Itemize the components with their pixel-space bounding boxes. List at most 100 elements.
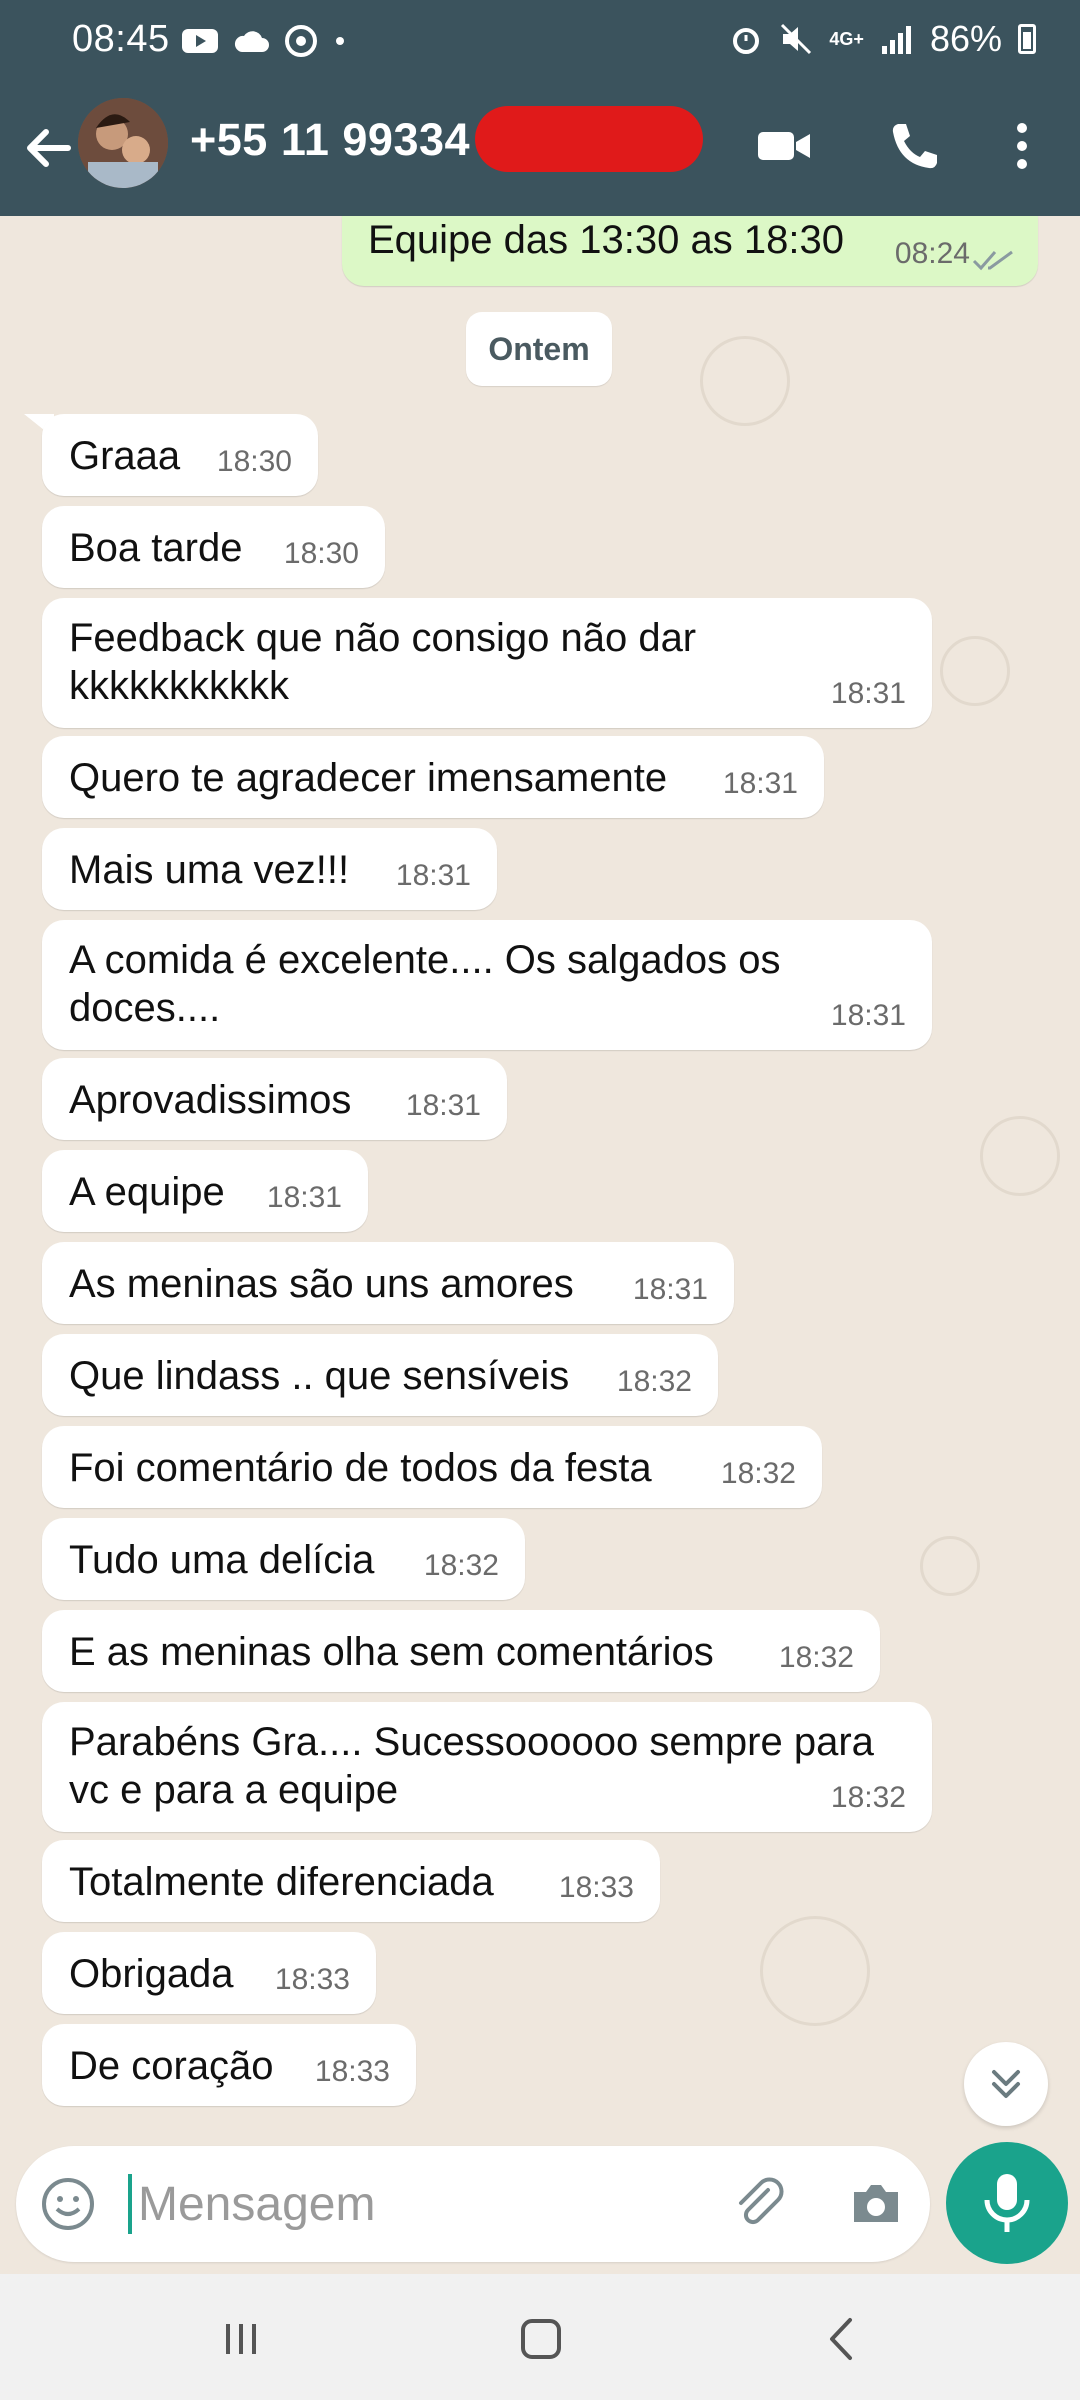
message-text: Totalmente diferenciada (69, 1860, 494, 1904)
incoming-message[interactable]: E as meninas olha sem comentários 18:32 (42, 1610, 880, 1692)
message-text: Foi comentário de todos da festa (69, 1446, 652, 1490)
incoming-message[interactable]: Graaa 18:30 (42, 414, 318, 496)
message-time: 18:32 (830, 1781, 906, 1814)
message-time: 18:31 (722, 767, 798, 800)
message-time: 18:30 (283, 537, 359, 570)
incoming-message[interactable]: Quero te agradecer imensamente 18:31 (42, 736, 824, 818)
message-text: Boa tarde (69, 526, 243, 570)
message-text: Mais uma vez!!! (69, 848, 350, 892)
chat-area[interactable]: Equipe das 13:30 as 18:30 08:24 Ontem Gr… (0, 216, 1080, 2274)
message-composer (16, 2146, 930, 2262)
message-text: Graaa (69, 434, 181, 478)
message-text: Equipe das 13:30 as 18:30 (368, 218, 844, 262)
system-navigation-bar (0, 2274, 1080, 2400)
status-time: 08:45 (72, 18, 170, 60)
message-text: A equipe (69, 1170, 225, 1214)
incoming-message[interactable]: A comida é excelente.... Os salgados os … (42, 920, 932, 1050)
voice-record-button[interactable] (946, 2142, 1068, 2264)
microphone-icon (984, 2174, 1030, 2232)
chat-header: +55 11 99334 (0, 84, 1080, 216)
recent-apps-icon[interactable] (206, 2304, 276, 2374)
dot-icon (336, 37, 344, 45)
more-options-icon[interactable] (990, 114, 1054, 178)
signal-icon (881, 26, 911, 54)
incoming-message[interactable]: Boa tarde 18:30 (42, 506, 385, 588)
message-time: 18:31 (830, 677, 906, 710)
system-icons: 4G+ 86% (729, 18, 1036, 60)
message-time: 18:31 (266, 1181, 342, 1214)
notification-icons (180, 24, 350, 58)
wallpaper-doodle (940, 636, 1010, 706)
incoming-message[interactable]: Mais uma vez!!! 18:31 (42, 828, 497, 910)
message-time: 08:24 (894, 237, 970, 270)
message-input[interactable] (138, 2168, 698, 2240)
message-text: Tudo uma delícia (69, 1538, 375, 1582)
message-text: Aprovadissimos (69, 1078, 352, 1122)
top-bar: 08:45 4G+ 86% +55 11 99334 (0, 0, 1080, 216)
message-time: 18:32 (778, 1641, 854, 1674)
incoming-message[interactable]: Parabéns Gra.... Sucessoooooo sempre par… (42, 1702, 932, 1832)
alarm-icon (733, 28, 760, 54)
back-nav-icon[interactable] (808, 2304, 878, 2374)
message-time: 18:33 (558, 1871, 634, 1904)
home-icon[interactable] (506, 2304, 576, 2374)
chrome-icon (285, 25, 317, 57)
contact-name[interactable]: +55 11 99334 (190, 114, 470, 166)
outgoing-message[interactable]: Equipe das 13:30 as 18:30 08:24 (342, 216, 1038, 286)
wallpaper-doodle (920, 1536, 980, 1596)
emoji-icon[interactable] (38, 2174, 98, 2234)
incoming-message[interactable]: Totalmente diferenciada 18:33 (42, 1840, 660, 1922)
message-time: 18:32 (616, 1365, 692, 1398)
message-time: 18:32 (423, 1549, 499, 1582)
incoming-message[interactable]: Que lindass .. que sensíveis 18:32 (42, 1334, 718, 1416)
wallpaper-doodle (980, 1116, 1060, 1196)
incoming-message[interactable]: As meninas são uns amores 18:31 (42, 1242, 734, 1324)
message-text: As meninas são uns amores (69, 1262, 574, 1306)
incoming-message[interactable]: De coração 18:33 (42, 2024, 416, 2106)
wallpaper-doodle (700, 336, 790, 426)
camera-icon[interactable] (846, 2174, 906, 2234)
text-cursor (128, 2174, 132, 2234)
incoming-message[interactable]: Foi comentário de todos da festa 18:32 (42, 1426, 822, 1508)
back-arrow-icon[interactable] (18, 118, 78, 178)
cloud-icon (234, 31, 269, 52)
double-check-icon (972, 250, 1013, 271)
message-time: 18:31 (405, 1089, 481, 1122)
avatar[interactable] (78, 98, 168, 188)
wallpaper-doodle (760, 1916, 870, 2026)
incoming-message[interactable]: Feedback que não consigo não dar kkkkkkk… (42, 598, 932, 728)
message-time: 18:33 (314, 2055, 390, 2088)
message-time: 18:31 (395, 859, 471, 892)
battery-percent: 86% (929, 18, 1002, 59)
message-text: Que lindass .. que sensíveis (69, 1354, 570, 1398)
message-text-line1: A comida é excelente.... Os salgados os (69, 938, 781, 982)
network-label: 4G+ (829, 29, 864, 49)
message-text-line2: vc e para a equipe (69, 1768, 399, 1812)
redaction-mark (475, 106, 703, 172)
message-time: 18:31 (830, 999, 906, 1032)
message-text: Obrigada (69, 1952, 234, 1996)
message-text-line1: Feedback que não consigo não dar (69, 616, 697, 660)
message-time: 18:31 (632, 1273, 708, 1306)
message-text: De coração (69, 2044, 274, 2088)
status-bar: 08:45 4G+ 86% (0, 0, 1080, 84)
message-text-line2: kkkkkkkkkkk (69, 664, 289, 708)
message-time: 18:30 (216, 445, 292, 478)
message-text: Quero te agradecer imensamente (69, 756, 668, 800)
mute-icon (781, 23, 812, 55)
incoming-message[interactable]: A equipe 18:31 (42, 1150, 368, 1232)
phone-icon[interactable] (880, 114, 944, 178)
message-text: E as meninas olha sem comentários (69, 1630, 714, 1674)
message-time: 18:33 (274, 1963, 350, 1996)
battery-icon (1018, 24, 1036, 54)
video-call-icon[interactable] (752, 114, 816, 178)
message-time: 18:32 (720, 1457, 796, 1490)
date-divider: Ontem (466, 312, 612, 386)
scroll-to-bottom-button[interactable] (964, 2042, 1048, 2126)
incoming-message[interactable]: Tudo uma delícia 18:32 (42, 1518, 525, 1600)
incoming-message[interactable]: Obrigada 18:33 (42, 1932, 376, 2014)
message-text-line1: Parabéns Gra.... Sucessoooooo sempre par… (69, 1720, 874, 1764)
incoming-message[interactable]: Aprovadissimos 18:31 (42, 1058, 507, 1140)
youtube-icon (182, 29, 218, 53)
attach-icon[interactable] (728, 2172, 792, 2236)
